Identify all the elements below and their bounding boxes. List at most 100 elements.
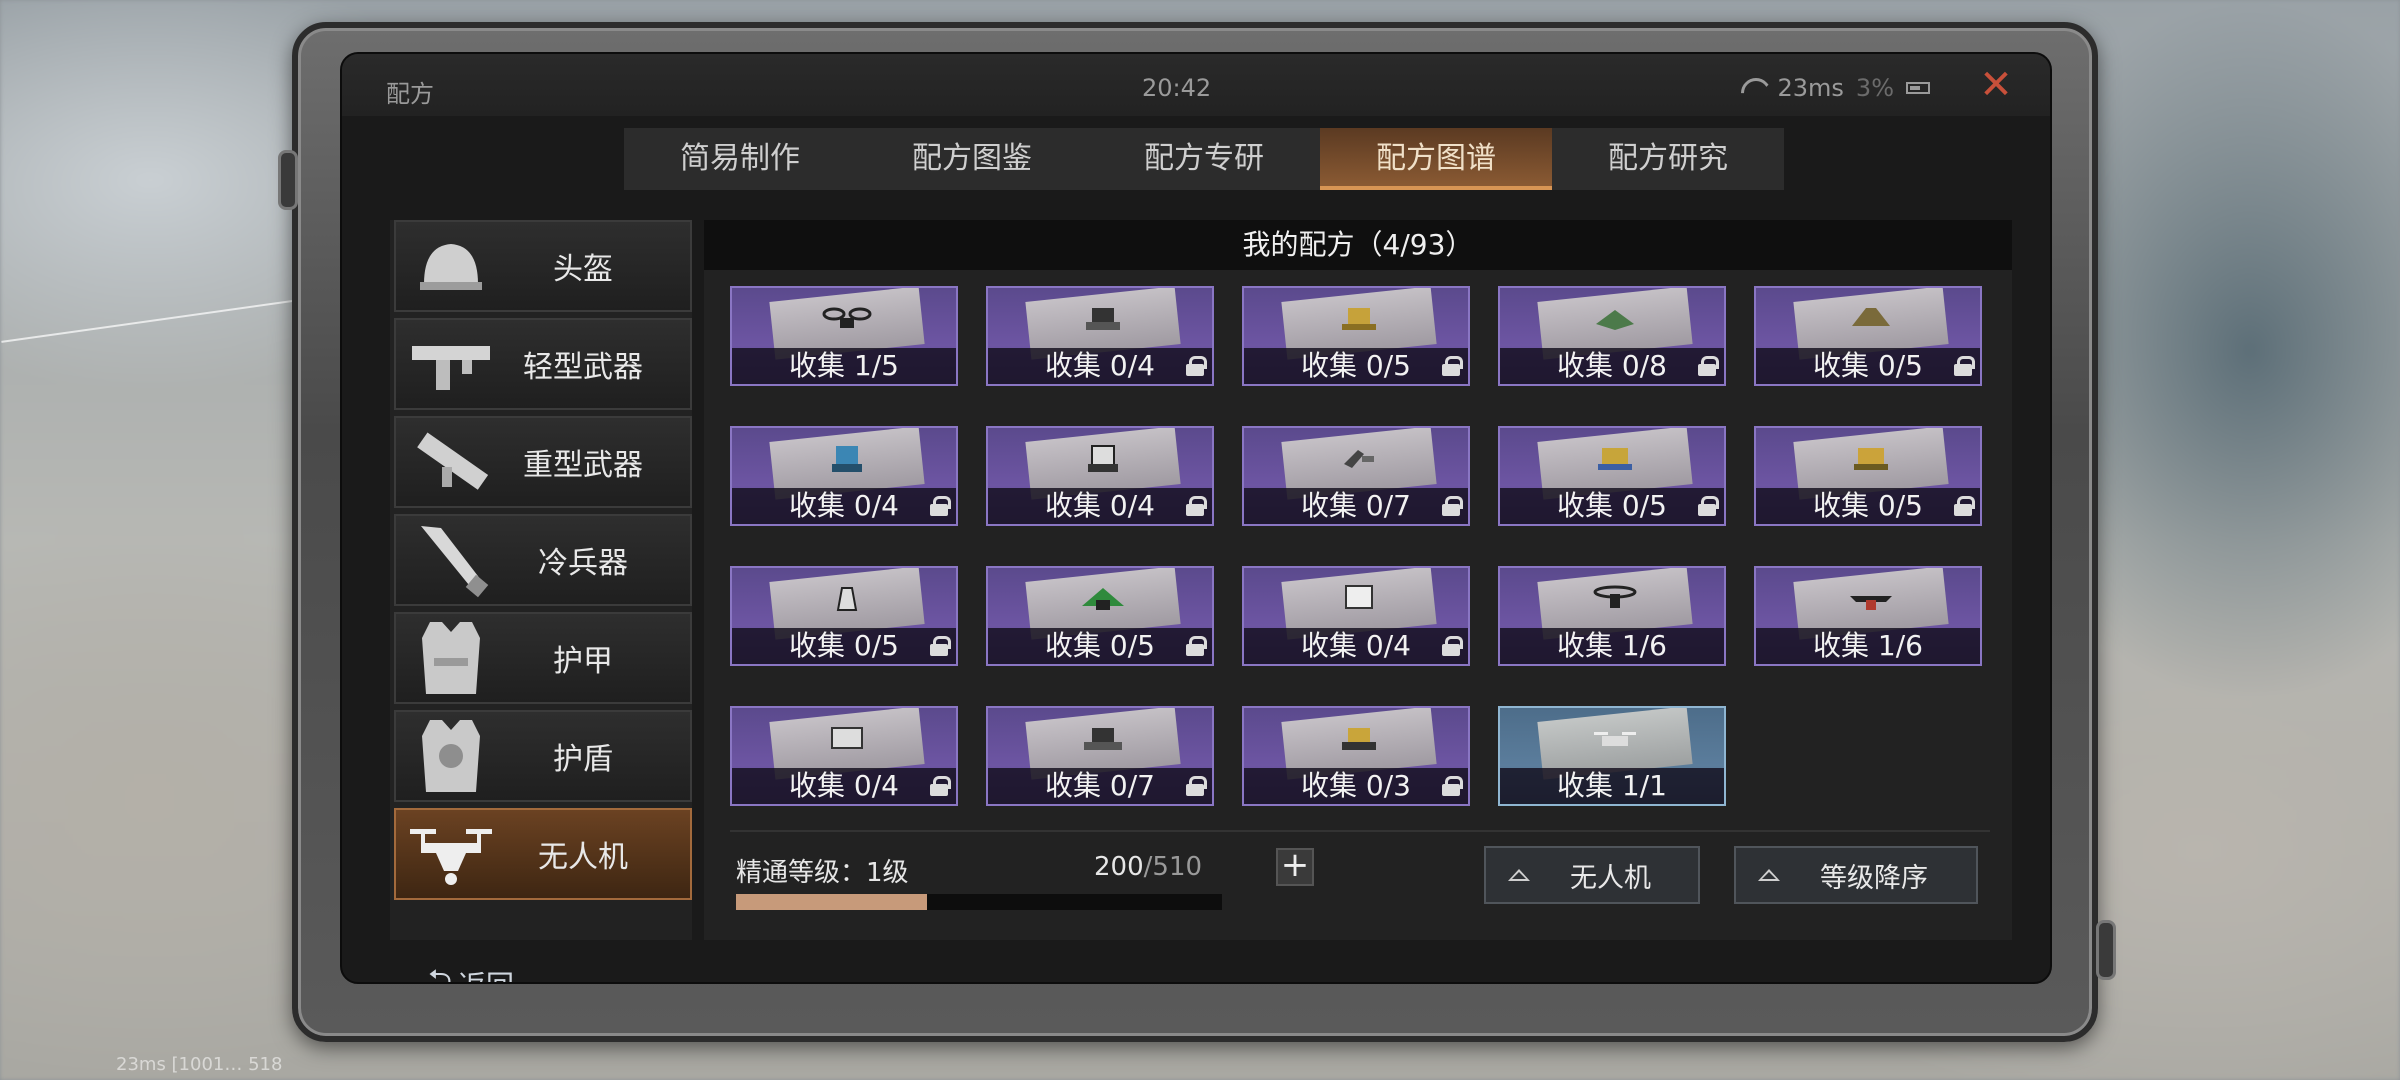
lock-icon [1954, 496, 1975, 516]
mastery-progress-bar [736, 894, 1222, 910]
recipe-card[interactable]: 收集 1/1 [1498, 706, 1726, 806]
lock-icon [1442, 636, 1463, 656]
collect-progress: 收集 0/7 [988, 768, 1212, 804]
drone-thumbnail-icon [1084, 728, 1122, 750]
collect-progress: 收集 1/1 [1500, 768, 1724, 804]
lock-icon [930, 636, 951, 656]
recipe-panel: 我的配方（4/93） 收集 1/5 收集 0/4 收集 0/5 收集 0/8 收… [704, 220, 2012, 940]
sidebar-item-shield[interactable]: 护盾 [394, 710, 692, 802]
sidebar-item-drone[interactable]: 无人机 [394, 808, 692, 900]
recipe-card[interactable]: 收集 0/5 [1242, 286, 1470, 386]
recipe-card[interactable]: 收集 0/7 [1242, 426, 1470, 526]
recipe-card[interactable]: 收集 0/5 [1754, 286, 1982, 386]
battery-icon [1906, 82, 1930, 94]
collect-progress: 收集 1/5 [732, 348, 956, 384]
recipe-card[interactable]: 收集 0/5 [986, 566, 1214, 666]
drone-thumbnail-icon [1342, 728, 1376, 750]
tab-simple-craft[interactable]: 简易制作 [624, 128, 856, 190]
recipe-card[interactable]: 收集 1/5 [730, 286, 958, 386]
recipe-card[interactable]: 收集 0/8 [1498, 286, 1726, 386]
recipe-count-header: 我的配方（4/93） [704, 220, 2012, 270]
sidebar-item-heavy-weapons[interactable]: 重型武器 [394, 416, 692, 508]
lock-icon [1698, 356, 1719, 376]
collect-progress: 收集 0/8 [1500, 348, 1724, 384]
recipe-grid: 收集 1/5 收集 0/4 收集 0/5 收集 0/8 收集 0/5 收集 0/… [730, 286, 1990, 818]
recipe-card[interactable]: 收集 1/6 [1754, 566, 1982, 666]
triangle-up-icon [1758, 869, 1780, 881]
helmet-icon [396, 226, 506, 306]
drone-thumbnail-icon [1342, 308, 1376, 330]
sidebar-item-light-weapons[interactable]: 轻型武器 [394, 318, 692, 410]
drone-thumbnail-icon [1594, 732, 1636, 746]
drone-thumbnail-icon [1854, 448, 1888, 470]
tab-bar: 简易制作 配方图鉴 配方专研 配方图谱 配方研究 [624, 128, 1784, 190]
back-button[interactable]: ⮌ 返回 [428, 958, 514, 984]
lock-icon [1954, 356, 1975, 376]
mastery-progress-text: 200/510 [1094, 852, 1202, 882]
drone-thumbnail-icon [1345, 585, 1373, 609]
drone-thumbnail-icon [831, 727, 863, 749]
type-filter-label: 无人机 [1570, 862, 1651, 894]
collect-progress: 收集 0/5 [988, 628, 1212, 664]
collect-progress: 收集 1/6 [1756, 628, 1980, 664]
drone-thumbnail-icon [1082, 588, 1124, 610]
recipe-card[interactable]: 收集 0/5 [730, 566, 958, 666]
sort-order-label: 等级降序 [1820, 862, 1928, 894]
lock-icon [1442, 496, 1463, 516]
collect-progress: 收集 0/5 [1756, 348, 1980, 384]
drone-thumbnail-icon [1850, 596, 1892, 610]
drone-thumbnail-icon [822, 307, 872, 328]
tablet-screen: 配方 20:42 23ms 3% ✕ 简易制作 配方图鉴 配方专研 配方图谱 配… [340, 52, 2052, 984]
plus-icon: + [1280, 845, 1310, 885]
recipe-card[interactable]: 收集 0/5 [1754, 426, 1982, 526]
collect-progress: 收集 0/4 [1244, 628, 1468, 664]
tab-recipe-study[interactable]: 配方专研 [1088, 128, 1320, 190]
sidebar-item-melee[interactable]: 冷兵器 [394, 514, 692, 606]
recipe-card[interactable]: 收集 1/6 [1498, 566, 1726, 666]
collect-progress: 收集 0/4 [732, 488, 956, 524]
recipe-card[interactable]: 收集 0/4 [1242, 566, 1470, 666]
collect-progress: 收集 0/4 [988, 348, 1212, 384]
recipe-card[interactable]: 收集 0/5 [1498, 426, 1726, 526]
recipe-card[interactable]: 收集 0/4 [730, 706, 958, 806]
tab-recipe-catalog[interactable]: 配方图鉴 [856, 128, 1088, 190]
collect-progress: 收集 0/5 [1244, 348, 1468, 384]
add-mastery-button[interactable]: + [1276, 848, 1314, 886]
lock-icon [1186, 496, 1207, 516]
sort-order-button[interactable]: 等级降序 [1734, 846, 1978, 904]
drone-thumbnail-icon [1596, 310, 1634, 330]
recipe-card[interactable]: 收集 0/4 [986, 286, 1214, 386]
lock-icon [1442, 776, 1463, 796]
shield-vest-icon [396, 716, 506, 796]
smg-icon [396, 324, 506, 404]
blade-icon [396, 520, 506, 600]
armor-vest-icon [396, 618, 506, 698]
latency-text: 23ms [1777, 74, 1844, 102]
tab-recipe-atlas[interactable]: 配方图谱 [1320, 128, 1552, 190]
collect-progress: 收集 0/3 [1244, 768, 1468, 804]
drone-thumbnail-icon [1593, 585, 1637, 608]
tab-recipe-research[interactable]: 配方研究 [1552, 128, 1784, 190]
back-label: 返回 [458, 964, 514, 983]
sidebar-item-armor[interactable]: 护甲 [394, 612, 692, 704]
collect-progress: 收集 0/4 [988, 488, 1212, 524]
collect-progress: 收集 1/6 [1500, 628, 1724, 664]
sidebar-item-label: 护盾 [553, 742, 613, 777]
recipe-card[interactable]: 收集 0/4 [986, 426, 1214, 526]
recipe-card[interactable]: 收集 0/3 [1242, 706, 1470, 806]
type-filter-button[interactable]: 无人机 [1484, 846, 1700, 904]
drone-thumbnail-icon [1852, 308, 1890, 326]
mastery-max: /510 [1143, 852, 1203, 882]
launcher-icon [396, 422, 506, 502]
back-arrow-icon: ⮌ [428, 963, 453, 984]
drone-thumbnail-icon [1086, 308, 1120, 330]
drone-thumbnail-icon [832, 446, 862, 472]
sidebar-item-helmet[interactable]: 头盔 [394, 220, 692, 312]
wifi-icon [1740, 78, 1766, 98]
recipe-card[interactable]: 收集 0/4 [730, 426, 958, 526]
drone-thumbnail-icon [1088, 445, 1118, 472]
drone-thumbnail-icon [1598, 448, 1632, 470]
status-bar: 配方 20:42 23ms 3% ✕ [342, 54, 2050, 116]
recipe-card[interactable]: 收集 0/7 [986, 706, 1214, 806]
close-button[interactable]: ✕ [1978, 65, 2014, 105]
